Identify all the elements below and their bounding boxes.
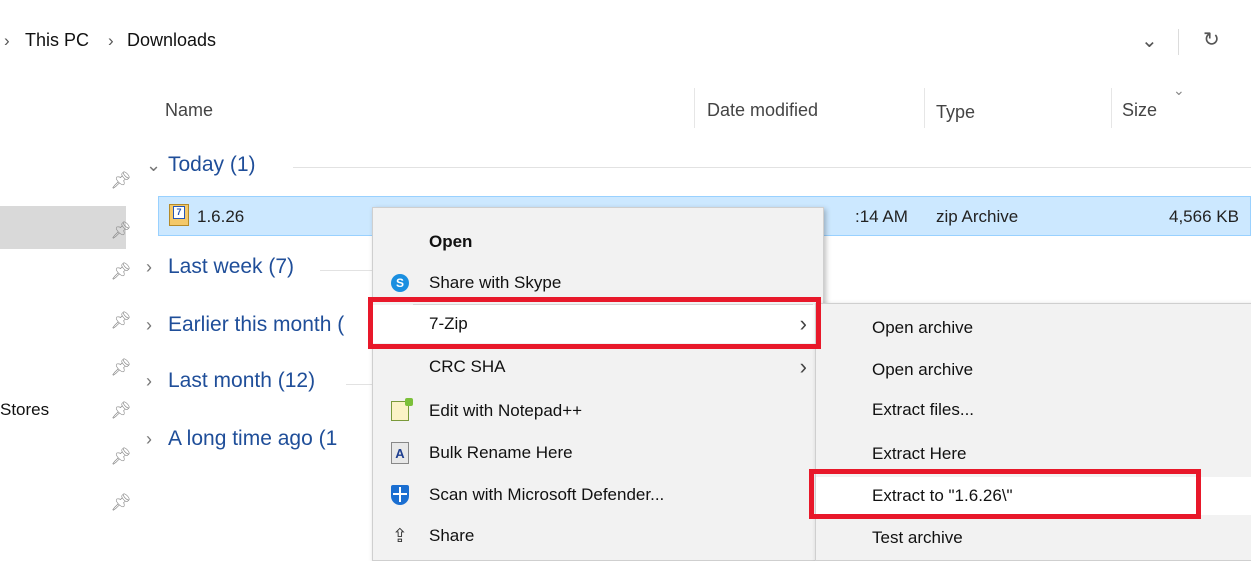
pin-icon[interactable]: 📌︎: [110, 262, 132, 282]
refresh-icon[interactable]: ↻: [1203, 27, 1220, 52]
group-header-earlier-this-month[interactable]: › Earlier this month (: [146, 313, 344, 337]
chevron-right-icon: ›: [146, 314, 152, 335]
breadcrumb-this-pc[interactable]: This PC: [25, 30, 89, 51]
pin-icon[interactable]: 📌︎: [110, 221, 132, 241]
address-history-dropdown-icon[interactable]: ⌄: [1141, 28, 1158, 53]
menu-item-label: CRC SHA: [429, 357, 506, 376]
pin-icon[interactable]: 📌︎: [110, 493, 132, 513]
zip-archive-icon: 7: [169, 204, 189, 226]
menu-item-scan-with-defender[interactable]: Scan with Microsoft Defender...: [373, 476, 823, 514]
file-size: 4,566 KB: [1169, 207, 1239, 226]
bulk-rename-icon: A: [389, 442, 411, 464]
file-type: zip Archive: [936, 207, 1019, 226]
submenu-item-label: Extract files...: [872, 400, 975, 419]
pin-icon[interactable]: 📌︎: [110, 401, 132, 421]
column-divider[interactable]: [924, 88, 925, 128]
column-header-type[interactable]: Type: [936, 102, 975, 123]
pin-icon[interactable]: 📌︎: [110, 358, 132, 378]
share-icon: ⇪: [392, 525, 408, 547]
chevron-right-icon: ›: [799, 354, 807, 379]
group-label: Today (1): [168, 153, 256, 176]
column-divider[interactable]: [694, 88, 695, 128]
submenu-item-label: Open archive: [872, 360, 974, 379]
group-label: Last week (7): [168, 255, 295, 278]
group-label: A long time ago (1: [168, 427, 338, 450]
submenu-item-label: Extract to "1.6.26\": [872, 486, 1013, 505]
menu-item-label: 7-Zip: [429, 314, 468, 333]
column-header-size[interactable]: Size: [1122, 100, 1157, 121]
submenu-item-extract-files[interactable]: Extract files...: [816, 391, 1251, 429]
menu-item-share[interactable]: ⇪ Share: [373, 517, 823, 555]
pin-icon[interactable]: 📌︎: [110, 447, 132, 467]
nav-item-label[interactable]: Stores: [0, 400, 49, 420]
menu-item-label: Share with Skype: [429, 273, 562, 292]
menu-item-label: Open: [429, 232, 473, 251]
pin-icon[interactable]: 📌︎: [110, 311, 132, 331]
breadcrumb-downloads[interactable]: Downloads: [127, 30, 216, 51]
column-header-date-modified[interactable]: Date modified: [707, 100, 818, 121]
menu-item-bulk-rename-here[interactable]: A Bulk Rename Here: [373, 434, 823, 472]
address-bar: › This PC › Downloads ⌄ ↻: [0, 0, 1251, 84]
breadcrumb-chevron-icon[interactable]: ›: [4, 31, 10, 51]
group-divider: [293, 167, 1251, 168]
group-divider: [320, 270, 372, 271]
file-date-modified: :14 AM: [855, 207, 908, 226]
submenu-item-label: Extract Here: [872, 444, 967, 463]
column-header-name[interactable]: Name: [165, 100, 213, 121]
submenu-item-extract-here[interactable]: Extract Here: [816, 435, 1251, 473]
menu-item-7-zip[interactable]: 7-Zip ›: [373, 305, 823, 343]
submenu-item-test-archive[interactable]: Test archive: [816, 519, 1251, 557]
group-header-today[interactable]: ⌄ Today (1): [146, 153, 256, 177]
column-header-bar: Name Date modified Type Size ⌄: [150, 82, 1251, 130]
menu-item-crc-sha[interactable]: CRC SHA ›: [373, 348, 823, 386]
pin-icon[interactable]: 📌︎: [110, 171, 132, 191]
chevron-right-icon: ›: [146, 428, 152, 449]
group-header-long-time-ago[interactable]: › A long time ago (1: [146, 427, 337, 451]
menu-item-label: Edit with Notepad++: [429, 401, 583, 420]
submenu-item-label: Open archive: [872, 318, 974, 337]
sort-chevron-icon: ⌄: [1173, 82, 1185, 98]
menu-item-edit-with-notepad[interactable]: Edit with Notepad++: [373, 392, 823, 430]
submenu-item-extract-to-folder[interactable]: Extract to "1.6.26\": [816, 477, 1251, 515]
skype-icon: S: [389, 272, 411, 294]
7-zip-submenu: Open archive Open archive Extract files.…: [815, 303, 1251, 561]
chevron-down-icon: ⌄: [146, 154, 162, 175]
menu-item-label: Bulk Rename Here: [429, 443, 573, 462]
defender-icon: [389, 484, 411, 506]
menu-item-label: Share: [429, 526, 475, 545]
context-menu: Open S Share with Skype 7-Zip › CRC SHA …: [372, 207, 824, 561]
group-label: Last month (12): [168, 369, 316, 392]
notepad-plus-plus-icon: [389, 398, 413, 422]
toolbar-divider: [1178, 29, 1179, 55]
nav-item-selected[interactable]: [0, 206, 126, 249]
group-header-last-month[interactable]: › Last month (12): [146, 369, 315, 393]
chevron-right-icon: ›: [146, 256, 152, 277]
submenu-item-open-archive[interactable]: Open archive: [816, 309, 1251, 347]
chevron-right-icon: ›: [799, 311, 807, 336]
submenu-item-open-archive-alt[interactable]: Open archive: [816, 351, 1251, 389]
menu-item-open[interactable]: Open: [373, 223, 823, 261]
chevron-right-icon: ›: [146, 370, 152, 391]
group-label: Earlier this month (: [168, 313, 345, 336]
menu-item-label: Scan with Microsoft Defender...: [429, 485, 665, 504]
breadcrumb-chevron-icon[interactable]: ›: [108, 31, 114, 51]
group-header-last-week[interactable]: › Last week (7): [146, 255, 294, 279]
file-name: 1.6.26: [197, 207, 245, 226]
column-divider[interactable]: [1111, 88, 1112, 128]
group-divider: [346, 384, 372, 385]
submenu-item-label: Test archive: [872, 528, 963, 547]
menu-item-share-with-skype[interactable]: S Share with Skype: [373, 264, 823, 302]
